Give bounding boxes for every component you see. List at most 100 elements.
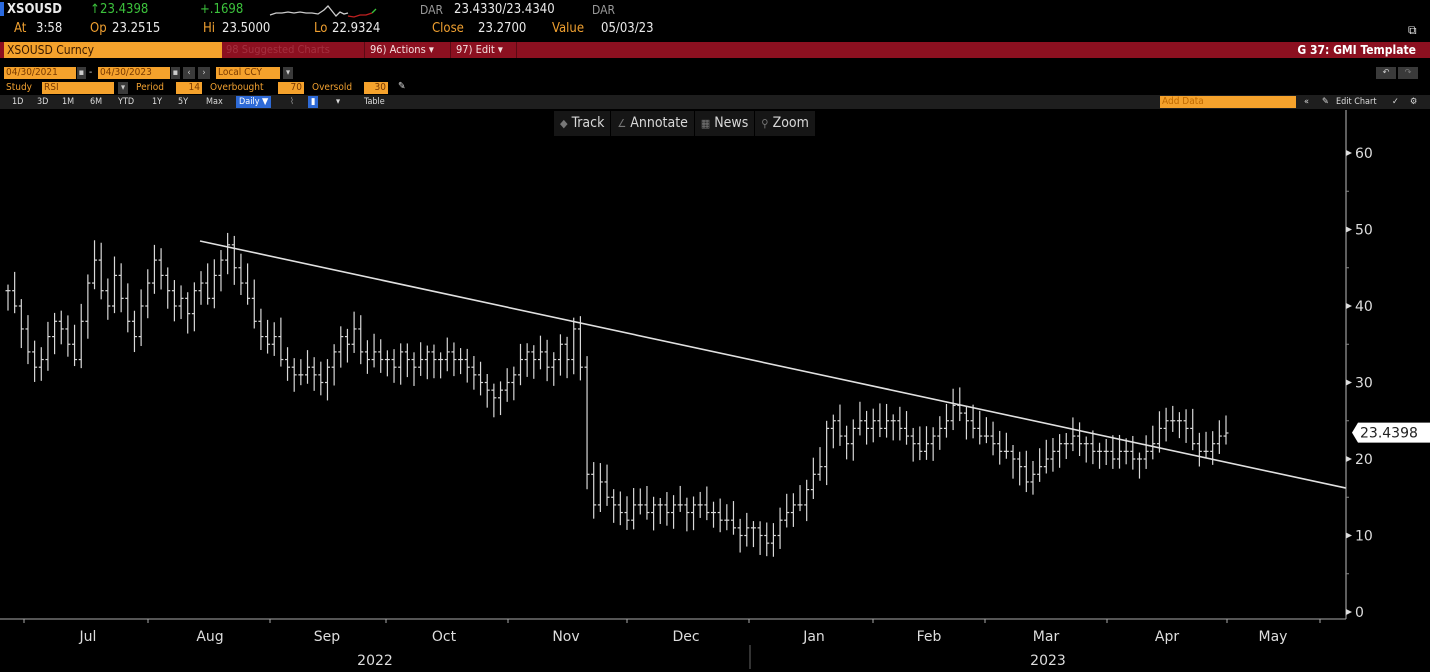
undo-button[interactable]: ↶	[1376, 67, 1396, 79]
price-bar	[923, 426, 929, 460]
collapse-icon[interactable]: «	[1304, 96, 1309, 108]
range-1y[interactable]: 1Y	[152, 96, 162, 108]
bar-chart-icon[interactable]: ▮	[308, 96, 319, 108]
price-bar	[724, 504, 730, 531]
price-bar	[651, 496, 657, 531]
redo-button[interactable]: ↷	[1398, 67, 1418, 79]
overbought-field[interactable]: 70	[278, 82, 304, 94]
low-label: Lo	[314, 21, 328, 36]
settings-gear-icon[interactable]: ⚙	[1410, 96, 1417, 108]
price-bar	[963, 405, 969, 440]
x-month-label: May	[1259, 629, 1288, 645]
currency-field[interactable]: Local CCY	[216, 67, 280, 79]
edit-chart-button[interactable]: Edit Chart	[1336, 96, 1377, 108]
y-tick-label: 30	[1355, 376, 1373, 392]
table-button[interactable]: Table	[364, 96, 385, 108]
calendar-icon[interactable]: ▪	[77, 67, 86, 79]
actions-menu[interactable]: 96) Actions ▾	[370, 42, 434, 58]
x-year-label: 2022	[357, 653, 393, 669]
price-bar	[171, 280, 177, 322]
study-dropdown-icon[interactable]: ▾	[118, 82, 128, 94]
y-tick-mark	[1346, 532, 1352, 539]
price-bar	[1097, 442, 1103, 469]
edit-menu[interactable]: 97) Edit ▾	[456, 42, 503, 58]
price-bar	[404, 343, 410, 378]
currency-dropdown-icon[interactable]: ▾	[283, 67, 293, 79]
study-field[interactable]: RSI	[42, 82, 114, 94]
next-period-button[interactable]: ›	[198, 67, 210, 79]
price-bar	[711, 501, 717, 528]
price-bar	[225, 232, 231, 275]
x-month-label: Feb	[917, 629, 942, 645]
price-bar	[1163, 407, 1169, 442]
calendar-icon[interactable]: ▪	[171, 67, 180, 79]
oversold-field[interactable]: 30	[364, 82, 388, 94]
price-bar	[1103, 438, 1109, 466]
price-bar	[730, 501, 736, 535]
price-bar	[165, 267, 171, 309]
price-bar	[32, 340, 38, 382]
annotate-button[interactable]: ∠ Annotate	[611, 111, 695, 136]
x-month-label: Dec	[672, 629, 699, 645]
price-bar	[784, 493, 790, 528]
price-bar	[418, 342, 424, 376]
menu-divider	[516, 42, 517, 58]
y-axis: 0 10 20 30 40 50 60 23.4398	[1345, 110, 1430, 621]
range-5y[interactable]: 5Y	[178, 96, 188, 108]
price-bar	[245, 263, 251, 305]
last-value-label: 23.4398	[1360, 426, 1418, 442]
price-bar	[837, 404, 843, 446]
range-6m[interactable]: 6M	[90, 96, 102, 108]
chart-type-dropdown-icon[interactable]: ▾	[336, 96, 340, 108]
pencil-icon[interactable]: ✎	[398, 81, 406, 93]
price-bar	[251, 279, 257, 329]
line-chart-icon[interactable]: ⌇	[290, 96, 294, 108]
price-bar	[804, 479, 810, 522]
check-icon[interactable]: ✓	[1392, 96, 1399, 108]
high-label: Hi	[203, 21, 216, 36]
price-bar	[105, 278, 111, 320]
range-ytd[interactable]: YTD	[118, 96, 134, 108]
price-bar	[18, 299, 24, 349]
frequency-dropdown[interactable]: Daily ▼	[236, 96, 272, 108]
price-bar	[478, 361, 484, 396]
security-field[interactable]: XSOUSD Curncy	[4, 42, 222, 58]
edit-pencil-icon[interactable]: ✎	[1322, 96, 1329, 108]
range-1m[interactable]: 1M	[62, 96, 74, 108]
price-bar	[271, 322, 277, 356]
news-button[interactable]: ▦ News	[694, 111, 756, 136]
price-bar	[1070, 417, 1076, 452]
price-bar	[717, 498, 723, 533]
range-max[interactable]: Max	[206, 96, 223, 108]
price-bar	[278, 317, 284, 367]
track-button[interactable]: ◆ Track	[554, 111, 612, 136]
price-bar	[1003, 432, 1009, 459]
prev-period-button[interactable]: ‹	[183, 67, 195, 79]
y-tick-label: 40	[1355, 299, 1373, 315]
x-month-label: Mar	[1033, 629, 1060, 645]
price-bar	[1196, 432, 1202, 467]
price-bar	[92, 240, 98, 290]
price-bar	[1037, 448, 1043, 482]
price-bar	[824, 420, 830, 486]
price-bar	[517, 343, 523, 386]
price-bar	[491, 383, 497, 418]
price-bar	[1063, 433, 1069, 460]
sparkline-icon	[269, 5, 377, 18]
start-date-field[interactable]: 04/30/2021	[4, 67, 76, 79]
period-field[interactable]: 14	[176, 82, 202, 94]
range-3d[interactable]: 3D	[37, 96, 48, 108]
range-1d[interactable]: 1D	[12, 96, 23, 108]
window-options-icon[interactable]: ⧉	[1408, 23, 1417, 38]
zoom-button[interactable]: ⚲ Zoom	[755, 111, 816, 136]
price-chart[interactable]: 010203040506023.4398 Jul Aug Sep Oct Nov Dec J…	[0, 110, 1430, 672]
price-bar	[684, 497, 690, 532]
suggested-charts-menu[interactable]: 98 Suggested Charts	[226, 42, 330, 58]
price-bar	[917, 426, 923, 461]
add-data-input[interactable]: Add Data	[1160, 96, 1296, 108]
price-bar	[930, 427, 936, 461]
end-date-field[interactable]: 04/30/2023	[98, 67, 170, 79]
price-bar	[1143, 435, 1149, 469]
price-bar	[864, 410, 870, 445]
y-tick-mark	[1346, 379, 1352, 386]
